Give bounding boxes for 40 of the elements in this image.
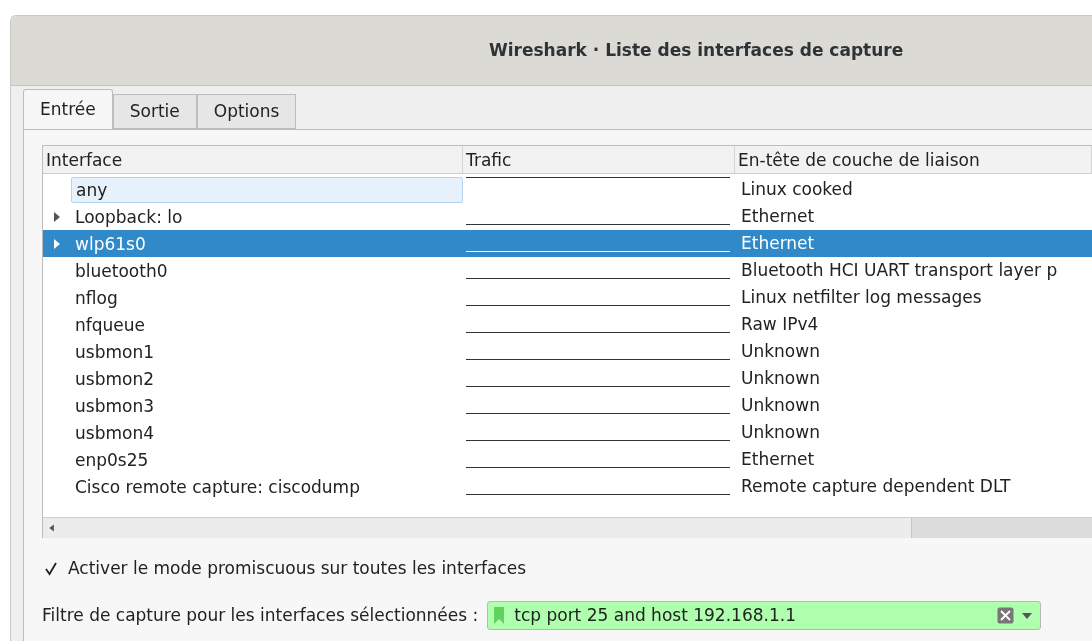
link-header-cell-text: Unknown [740,339,820,363]
interface-name: usbmon3 [74,394,154,418]
link-header-cell-text: Ethernet [740,204,815,228]
link-header-cell-text: Unknown [740,393,820,417]
column-header[interactable]: Interface [43,146,463,173]
interface-name: usbmon4 [74,421,154,445]
dropdown-caret-icon[interactable] [1022,612,1033,619]
tab[interactable]: Entrée [23,89,113,129]
link-header-cell-text: Unknown [740,420,820,444]
interface-name: nflog [74,286,118,310]
clear-icon[interactable] [997,607,1015,624]
link-header-cell-text: Ethernet [740,447,815,471]
expand-arrow-icon[interactable] [54,211,60,222]
interface-name: Cisco remote capture: ciscodump [74,475,360,499]
link-header-cell-text: Bluetooth HCI UART transport layer p [740,258,1058,282]
interface-name: wlp61s0 [74,232,146,256]
column-header[interactable]: Trafic [463,146,735,173]
tab[interactable]: Options [196,94,297,129]
interface-name: enp0s25 [74,448,149,472]
link-header-cell-text: Ethernet [740,231,815,255]
interface-name: Loopback: lo [74,205,183,229]
window-title: Wireshark · Liste des interfaces de capture [489,38,904,62]
capture-filter-field[interactable]: tcp port 25 and host 192.168.1.1 [487,601,1042,630]
tab[interactable]: Sortie [112,94,197,129]
interface-name: bluetooth0 [74,259,168,283]
capture-filter-label: Filtre de capture pour les interfaces sélectionnées : [42,603,479,627]
interface-name: any [71,176,463,203]
horizontal-scrollbar[interactable] [43,517,1092,538]
interface-name: nfqueue [74,313,146,337]
interface-name: usbmon1 [74,340,154,364]
interface-name: usbmon2 [74,367,154,391]
promiscuous-label: Activer le mode promiscuous sur toutes les interfaces [68,557,527,581]
expand-arrow-icon[interactable] [54,238,60,249]
link-header-cell-text: Linux cooked [740,177,853,201]
link-header-cell-text: Unknown [740,366,820,390]
link-header-cell-text: Linux netfilter log messages [740,285,982,309]
promiscuous-checkbox[interactable] [42,560,60,578]
link-header-cell-text: Raw IPv4 [740,312,819,336]
column-header[interactable]: En-tête de couche de liaison [735,146,1092,173]
link-header-cell-text: Remote capture dependent DLT [740,474,1011,498]
